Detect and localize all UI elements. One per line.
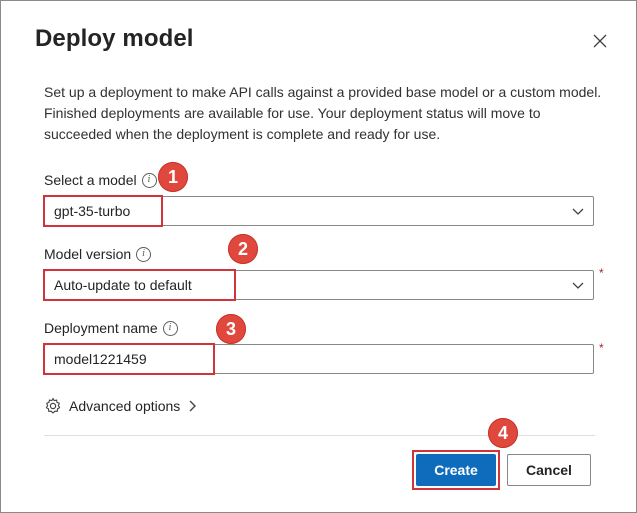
callout-badge-1: 1 bbox=[158, 162, 188, 192]
info-icon[interactable]: i bbox=[141, 172, 157, 188]
callout-highlight-model bbox=[43, 195, 163, 227]
chevron-right-icon bbox=[189, 400, 197, 412]
required-marker: * bbox=[599, 266, 604, 280]
model-select-label-text: Select a model bbox=[44, 172, 137, 188]
deployment-name-label: Deployment name i bbox=[44, 320, 178, 336]
required-marker: * bbox=[599, 341, 604, 355]
advanced-options-toggle[interactable]: Advanced options bbox=[44, 397, 197, 415]
model-version-label: Model version i bbox=[44, 246, 152, 262]
deploy-model-dialog: Deploy model Set up a deployment to make… bbox=[0, 0, 637, 513]
dialog-description: Set up a deployment to make API calls ag… bbox=[44, 84, 602, 142]
callout-badge-2: 2 bbox=[228, 234, 258, 264]
info-icon[interactable]: i bbox=[136, 246, 152, 262]
callout-highlight-version bbox=[43, 269, 236, 301]
close-icon[interactable] bbox=[589, 30, 611, 52]
callout-highlight-name bbox=[43, 343, 215, 375]
deployment-name-label-text: Deployment name bbox=[44, 320, 158, 336]
gear-icon bbox=[45, 397, 61, 414]
callout-badge-3: 3 bbox=[216, 314, 246, 344]
callout-highlight-create bbox=[412, 450, 500, 490]
cancel-button[interactable]: Cancel bbox=[507, 454, 591, 486]
chevron-down-icon bbox=[572, 282, 584, 289]
model-version-label-text: Model version bbox=[44, 246, 132, 262]
callout-badge-4: 4 bbox=[488, 418, 518, 448]
advanced-options-label: Advanced options bbox=[69, 398, 181, 414]
dialog-title: Deploy model bbox=[35, 25, 194, 52]
chevron-down-icon bbox=[572, 208, 584, 215]
info-icon[interactable]: i bbox=[162, 320, 178, 336]
model-select-label: Select a model i bbox=[44, 172, 157, 188]
